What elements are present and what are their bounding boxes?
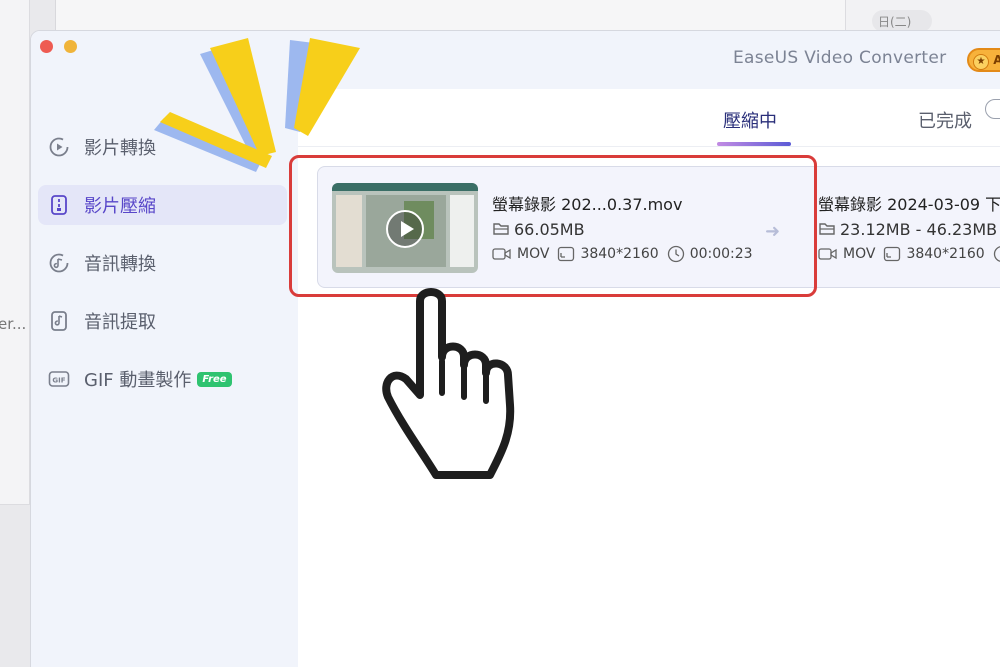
video-convert-icon: [48, 136, 70, 158]
sidebar-item-gif-maker[interactable]: GIF GIF 動畫製作 Free: [38, 359, 287, 399]
sidebar-item-audio-extract[interactable]: 音訊提取: [38, 301, 287, 341]
video-compress-icon: [48, 194, 70, 216]
duration-meta: [993, 245, 1000, 263]
svg-text:GIF: GIF: [52, 377, 65, 385]
free-badge: Free: [197, 371, 232, 387]
resolution-icon: [884, 246, 901, 262]
sparkle-decoration: [154, 38, 360, 172]
pro-badge[interactable]: ★ A: [967, 48, 1000, 72]
output-file-size: 23.12MB - 46.23MB: [818, 220, 997, 239]
gif-icon: GIF: [48, 368, 70, 390]
badge-text: A: [993, 53, 1000, 67]
file-card-output[interactable]: 螢幕錄影 2024-03-09 下 23.12MB - 46.23MB MOV …: [806, 166, 1000, 288]
sidebar-item-audio-convert[interactable]: 音訊轉換: [38, 243, 287, 283]
audio-convert-icon: [48, 252, 70, 274]
background-date-pill: 日(二): [872, 10, 932, 32]
sidebar-item-video-compress[interactable]: 影片壓縮: [38, 185, 287, 225]
format-meta: MOV: [818, 246, 875, 262]
sidebar-item-label: 音訊轉換: [84, 254, 156, 275]
star-icon: ★: [973, 54, 989, 70]
background-window-left: er...: [0, 0, 30, 505]
background-window: [55, 0, 875, 30]
output-file-name: 螢幕錄影 2024-03-09 下: [818, 195, 1000, 214]
tab-compressing[interactable]: 壓縮中: [723, 107, 777, 133]
clock-icon: [993, 246, 1000, 262]
resolution-meta: 3840*2160: [883, 246, 985, 262]
video-camera-icon: [818, 248, 837, 260]
background-window-text: er...: [0, 315, 27, 333]
toggle-switch[interactable]: [985, 99, 1000, 119]
sidebar-item-label: GIF 動畫製作: [84, 370, 192, 391]
folder-icon: [819, 223, 835, 235]
audio-extract-icon: [48, 310, 70, 332]
tab-completed[interactable]: 已完成: [918, 107, 972, 133]
sidebar-item-label: 音訊提取: [84, 312, 156, 333]
output-file-size-value: 23.12MB - 46.23MB: [840, 220, 998, 239]
sidebar-item-label: 影片壓縮: [84, 196, 156, 217]
tab-divider: [298, 146, 1000, 147]
minimize-window-button[interactable]: [64, 40, 77, 53]
pointing-hand-icon: [382, 288, 515, 479]
close-window-button[interactable]: [40, 40, 53, 53]
app-title: EaseUS Video Converter: [733, 48, 947, 68]
output-file-meta: MOV 3840*2160: [818, 245, 1000, 263]
